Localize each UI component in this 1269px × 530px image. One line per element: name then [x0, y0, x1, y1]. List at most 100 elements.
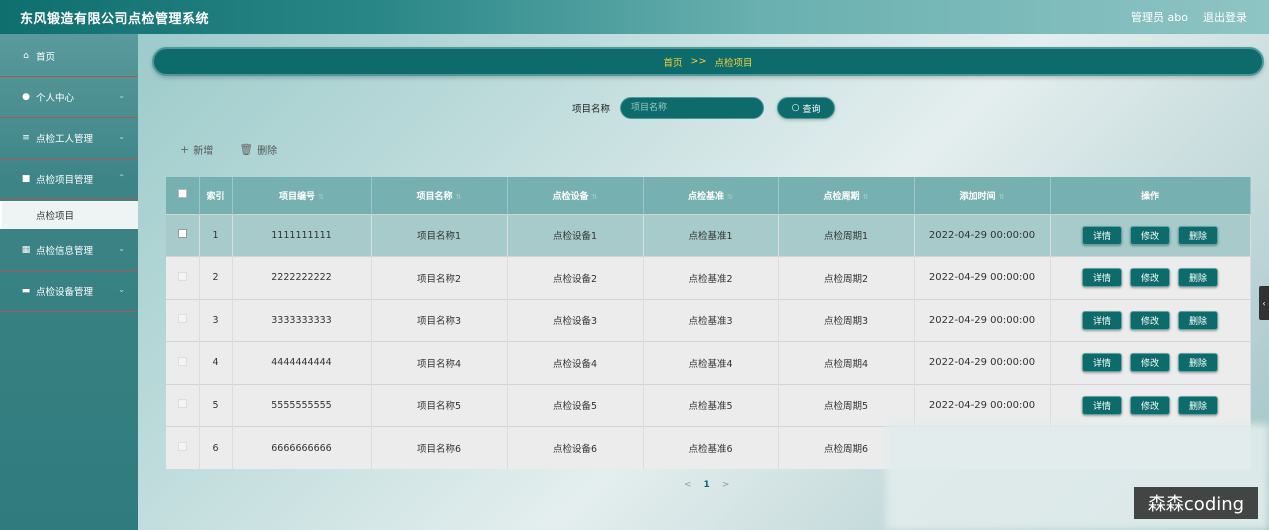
collapse-tab[interactable]: ‹ — [1259, 286, 1269, 320]
sidebar-item-label: 个人中心 — [36, 93, 75, 104]
prev-page-button[interactable]: < — [684, 480, 692, 490]
select-all-cell — [166, 177, 200, 214]
cell-cycle: 点检周期2 — [778, 256, 915, 299]
cell-time: 2022-04-29 00:00:00 — [914, 383, 1051, 427]
breadcrumb-separator: >> — [690, 56, 707, 67]
cell-code: 3333333333 — [232, 298, 372, 342]
next-page-button[interactable]: > — [722, 480, 730, 490]
sort-icon: ⇅ — [455, 192, 462, 201]
current-page[interactable]: 1 — [704, 480, 710, 490]
column-header[interactable]: 点检周期 ⇅ — [778, 177, 915, 214]
edit-button[interactable]: 修改 — [1130, 225, 1170, 245]
cell-ops: 详情 修改 删除 — [1050, 213, 1251, 257]
column-header[interactable]: 点检设备 ⇅ — [507, 177, 644, 214]
delete-button[interactable]: 删除 — [1178, 225, 1218, 245]
column-header[interactable]: 点检基准 ⇅ — [643, 177, 779, 214]
cell-index: 4 — [199, 341, 233, 384]
row-checkbox[interactable] — [177, 356, 187, 366]
sort-icon: ⇅ — [727, 192, 733, 201]
sidebar-item-device-management[interactable]: ▬ 点检设备管理 ⌄ — [0, 271, 138, 312]
cell-code: 1111111111 — [232, 213, 372, 257]
cell-name: 项目名称3 — [371, 298, 508, 342]
cell-ops: 详情 修改 删除 — [1050, 341, 1251, 384]
cell-name: 项目名称1 — [371, 213, 508, 257]
cell-standard: 点检基准2 — [643, 256, 779, 299]
cell-ops: 详情 修改 删除 — [1050, 383, 1251, 427]
table-row[interactable]: 4 4444444444 项目名称4 点检设备4 点检基准4 点检周期4 202… — [166, 341, 1251, 384]
cell-time: 2022-04-29 00:00:00 — [914, 256, 1051, 299]
cell-standard: 点检基准1 — [643, 213, 779, 257]
cell-standard: 点检基准4 — [643, 341, 779, 384]
sidebar-item-personal-center[interactable]: ● 个人中心 ⌄ — [0, 77, 138, 118]
sidebar-item-home[interactable]: ⌂ 首页 — [0, 36, 138, 77]
sort-icon: ⇅ — [591, 192, 598, 201]
cell-time: 2022-04-29 00:00:00 — [914, 298, 1051, 342]
sort-icon: ⇅ — [862, 192, 869, 201]
briefcase-icon: ▬ — [21, 286, 31, 296]
detail-button[interactable]: 详情 — [1082, 310, 1122, 330]
delete-button[interactable]: 删除 — [1178, 353, 1218, 373]
sidebar-item-worker-management[interactable]: ≡ 点检工人管理 ⌄ — [0, 118, 138, 159]
detail-button[interactable]: 详情 — [1082, 395, 1122, 415]
column-header: 索引 — [199, 177, 233, 214]
comment-icon: ■ — [21, 174, 31, 184]
plus-icon: + — [180, 143, 190, 156]
table-row[interactable]: 2 2222222222 项目名称2 点检设备2 点检基准2 点检周期2 202… — [166, 256, 1251, 299]
sidebar-subitem-label: 点检项目 — [36, 211, 75, 222]
sidebar-item-project-management[interactable]: ■ 点检项目管理 ⌃ — [0, 159, 138, 200]
app-title: 东风锻造有限公司点检管理系统 — [20, 11, 210, 27]
edit-button[interactable]: 修改 — [1130, 310, 1170, 330]
edit-button[interactable]: 修改 — [1130, 353, 1170, 373]
table-row[interactable]: 1 1111111111 项目名称1 点检设备1 点检基准1 点检周期1 202… — [166, 213, 1251, 257]
cell-device: 点检设备1 — [507, 213, 644, 257]
trash-icon: 🗑 — [239, 143, 254, 156]
detail-button[interactable]: 详情 — [1082, 268, 1122, 288]
column-header[interactable]: 项目编号 ⇅ — [232, 177, 372, 214]
edit-button[interactable]: 修改 — [1130, 268, 1170, 288]
delete-button[interactable]: 删除 — [1178, 395, 1218, 415]
sidebar-item-label: 点检工人管理 — [36, 134, 94, 145]
logout-button[interactable]: 退出登录 — [1203, 9, 1247, 25]
search-input[interactable] — [620, 97, 765, 119]
row-checkbox[interactable] — [177, 271, 187, 281]
cell-index: 6 — [199, 426, 233, 469]
row-select-cell — [166, 256, 200, 299]
add-button-label: 新增 — [193, 146, 214, 157]
bulk-delete-button[interactable]: 🗑 删除 — [239, 142, 277, 157]
pagination: < 1 > — [684, 480, 729, 490]
table-row[interactable]: 3 3333333333 项目名称3 点检设备3 点检基准3 点检周期3 202… — [166, 298, 1251, 342]
row-select-cell — [166, 213, 200, 257]
select-all-checkbox[interactable] — [177, 189, 187, 199]
action-row: + 新增 🗑 删除 — [180, 142, 277, 157]
row-checkbox[interactable] — [177, 314, 187, 324]
query-button[interactable]: ○ 查询 — [777, 97, 836, 119]
chevron-down-icon: ⌄ — [118, 91, 125, 100]
detail-button[interactable]: 详情 — [1082, 225, 1122, 245]
table-row[interactable]: 5 5555555555 项目名称5 点检设备5 点检基准5 点检周期5 202… — [166, 383, 1251, 427]
column-header[interactable]: 项目名称 ⇅ — [371, 177, 508, 214]
sidebar-item-info-management[interactable]: ▦ 点检信息管理 ⌄ — [0, 230, 138, 271]
row-checkbox[interactable] — [177, 442, 187, 451]
column-header[interactable]: 添加时间 ⇅ — [914, 177, 1051, 214]
breadcrumb-current: 点检项目 — [714, 57, 753, 69]
user-label[interactable]: 管理员 abo — [1131, 9, 1188, 25]
row-checkbox[interactable] — [177, 399, 187, 409]
bulk-delete-label: 删除 — [257, 146, 278, 157]
add-button[interactable]: + 新增 — [180, 142, 213, 157]
detail-button[interactable]: 详情 — [1082, 353, 1122, 373]
sort-icon: ⇅ — [318, 192, 324, 201]
cell-device: 点检设备2 — [507, 256, 644, 299]
sidebar-subitem-project[interactable]: 点检项目 — [0, 201, 138, 229]
top-right-menu: 管理员 abo 退出登录 — [1131, 9, 1247, 25]
row-select-cell — [166, 383, 200, 427]
cell-name: 项目名称2 — [371, 256, 508, 299]
edit-button[interactable]: 修改 — [1130, 395, 1170, 415]
breadcrumb-home[interactable]: 首页 — [664, 55, 683, 69]
watermark: 森森coding — [1134, 487, 1258, 519]
delete-button[interactable]: 删除 — [1178, 268, 1218, 288]
chevron-up-icon: ⌃ — [118, 173, 125, 182]
row-checkbox[interactable] — [177, 229, 187, 239]
search-row: 项目名称 ○ 查询 — [572, 97, 836, 119]
chevron-down-icon: ⌄ — [118, 132, 125, 141]
delete-button[interactable]: 删除 — [1178, 310, 1218, 330]
